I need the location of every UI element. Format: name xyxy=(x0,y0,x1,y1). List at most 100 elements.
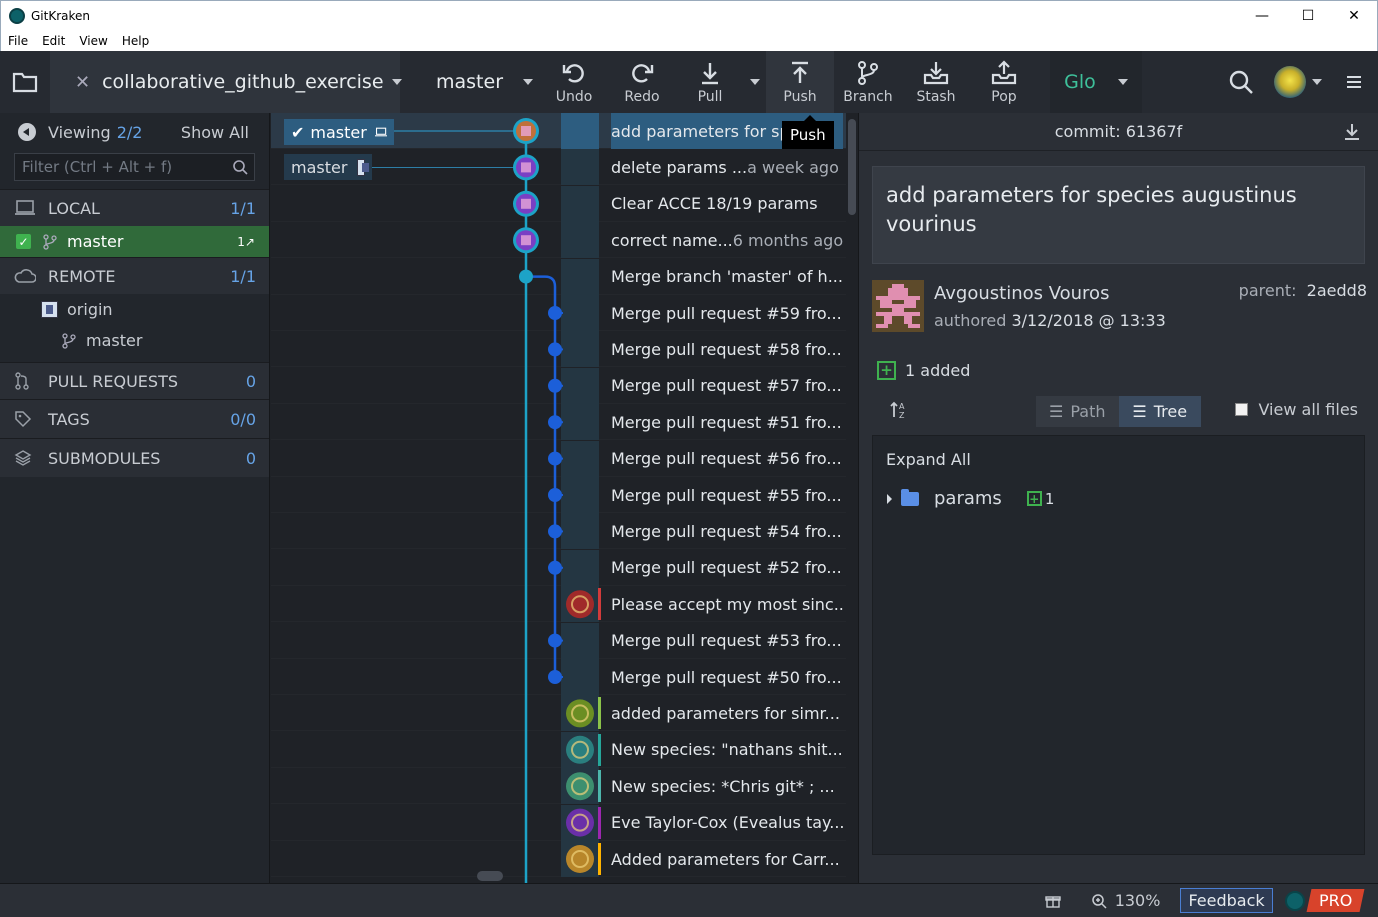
chevron-down-icon xyxy=(750,79,760,85)
view-all-label: View all files xyxy=(1258,400,1358,419)
zoom-control[interactable]: 130% xyxy=(1091,891,1161,910)
status-bar: 130% Feedback PRO xyxy=(0,883,1378,917)
section-local[interactable]: LOCAL 1/1 xyxy=(0,189,269,226)
expand-triangle-icon[interactable] xyxy=(887,493,892,504)
ref-remote-label: master xyxy=(291,157,348,177)
menu-help[interactable]: Help xyxy=(115,34,156,48)
path-view-button[interactable]: ☰ Path xyxy=(1036,396,1119,427)
added-summary: + 1 added xyxy=(877,361,970,380)
close-button[interactable]: ✕ xyxy=(1331,1,1377,31)
branch-button[interactable]: Branch xyxy=(834,51,902,113)
list-icon: ☰ xyxy=(1132,402,1147,421)
pull-label: Pull xyxy=(697,88,723,105)
profile-avatar[interactable] xyxy=(1274,66,1306,98)
expand-all-button[interactable]: Expand All xyxy=(886,450,971,469)
laptop-icon xyxy=(374,127,387,137)
commit-sha[interactable]: 61367f xyxy=(1126,122,1183,141)
remote-count: 1/1 xyxy=(230,266,256,286)
commit-dot xyxy=(548,451,562,466)
section-remote[interactable]: REMOTE 1/1 xyxy=(0,257,269,294)
horizontal-scrollbar[interactable] xyxy=(477,871,503,881)
added-label: 1 added xyxy=(905,361,971,380)
tags-label: TAGS xyxy=(48,409,90,429)
tree-folder-params[interactable]: params + 1 xyxy=(887,488,1054,509)
local-branch-label: master xyxy=(67,232,124,251)
local-branch-master[interactable]: ✓ master 1↗ xyxy=(0,226,269,257)
graph-lanes xyxy=(372,118,594,883)
pull-button[interactable]: Pull xyxy=(676,51,744,113)
vertical-scrollbar[interactable] xyxy=(848,119,856,215)
repo-selector[interactable]: ✕ collaborative_github_exercise xyxy=(50,51,402,113)
redo-button[interactable]: Redo xyxy=(608,51,676,113)
author-avatar-node xyxy=(566,699,594,728)
pull-options-button[interactable] xyxy=(744,51,766,113)
maximize-button[interactable]: ☐ xyxy=(1285,1,1331,31)
ref-remote-master[interactable]: master xyxy=(284,154,372,180)
minimize-button[interactable]: — xyxy=(1239,1,1285,31)
chevron-down-icon[interactable] xyxy=(1312,79,1322,85)
commit-message[interactable]: add parameters for species augustinus vo… xyxy=(872,166,1365,264)
menu-button[interactable] xyxy=(1330,75,1378,89)
zoom-level: 130% xyxy=(1114,891,1161,910)
menu-view[interactable]: View xyxy=(72,34,114,48)
avatar-pattern xyxy=(521,162,531,173)
remote-label: REMOTE xyxy=(48,266,116,286)
close-repo-icon[interactable]: ✕ xyxy=(75,72,90,93)
branch-icon xyxy=(43,233,57,250)
author-avatar-node xyxy=(566,590,594,619)
tree-view-button[interactable]: ☰ Tree xyxy=(1118,396,1201,427)
ahead-badge: 1↗ xyxy=(237,234,255,249)
section-pull-requests[interactable]: PULL REQUESTS 0 xyxy=(0,362,269,399)
menu-edit[interactable]: Edit xyxy=(35,34,72,48)
branch-icon xyxy=(858,60,878,85)
menu-file[interactable]: File xyxy=(1,34,35,48)
chevron-down-icon xyxy=(1117,79,1128,85)
parent-commit[interactable]: parent: 2aedd8 xyxy=(1239,281,1367,300)
redo-label: Redo xyxy=(624,88,660,105)
open-repo-button[interactable] xyxy=(0,51,50,113)
pop-label: Pop xyxy=(991,88,1017,105)
checkbox-icon[interactable] xyxy=(1235,403,1249,416)
feedback-button[interactable]: Feedback xyxy=(1180,888,1273,913)
stash-icon xyxy=(923,61,949,84)
glo-button[interactable]: Glo xyxy=(1050,51,1142,113)
feature-lane xyxy=(526,275,557,677)
path-tree-toggle: ☰ Path ☰ Tree xyxy=(1036,396,1201,427)
section-tags[interactable]: TAGS 0/0 xyxy=(0,399,269,438)
branch-selector[interactable]: master xyxy=(400,51,540,113)
gift-button[interactable] xyxy=(1044,893,1061,909)
tags-count: 0/0 xyxy=(230,409,256,429)
remote-avatar xyxy=(357,158,369,176)
commit-graph[interactable]: add parameters for spe delete params ... a… xyxy=(271,113,858,883)
commit-dot xyxy=(548,670,562,684)
undo-label: Undo xyxy=(555,88,593,105)
download-icon[interactable] xyxy=(1344,123,1360,141)
stash-button[interactable]: Stash xyxy=(902,51,970,113)
repo-name: collaborative_github_exercise xyxy=(102,71,384,93)
search-icon xyxy=(233,160,248,175)
remote-origin[interactable]: origin xyxy=(0,294,269,325)
undo-button[interactable]: Undo xyxy=(540,51,608,113)
hamburger-icon xyxy=(1347,76,1361,88)
ref-local-master[interactable]: ✔ master xyxy=(284,119,394,145)
title-bar: GitKraken — ☐ ✕ xyxy=(0,0,1378,30)
stash-label: Stash xyxy=(916,88,956,105)
search-button[interactable] xyxy=(1214,69,1268,95)
commit-detail-panel: commit: 61367f add parameters for specie… xyxy=(858,113,1378,883)
pro-badge[interactable]: PRO xyxy=(1306,889,1365,912)
push-button[interactable]: Push xyxy=(766,51,834,113)
back-icon[interactable] xyxy=(18,123,36,141)
toolbar: ✕ collaborative_github_exercise master U… xyxy=(0,51,1378,113)
commit-dot xyxy=(548,524,562,539)
filter-input[interactable]: Filter (Ctrl + Alt + f) xyxy=(14,153,255,181)
remote-branch-master[interactable]: master xyxy=(0,325,269,356)
checkmark-icon: ✔ xyxy=(291,122,305,142)
sort-button[interactable]: AZ xyxy=(889,400,909,424)
view-all-files-checkbox[interactable]: View all files xyxy=(1235,400,1358,419)
show-all-button[interactable]: Show All xyxy=(181,123,249,142)
section-submodules[interactable]: SUBMODULES 0 xyxy=(0,438,269,477)
sort-az-icon: AZ xyxy=(890,401,905,420)
pop-button[interactable]: Pop xyxy=(970,51,1038,113)
local-count: 1/1 xyxy=(230,198,256,218)
push-icon xyxy=(792,61,808,83)
